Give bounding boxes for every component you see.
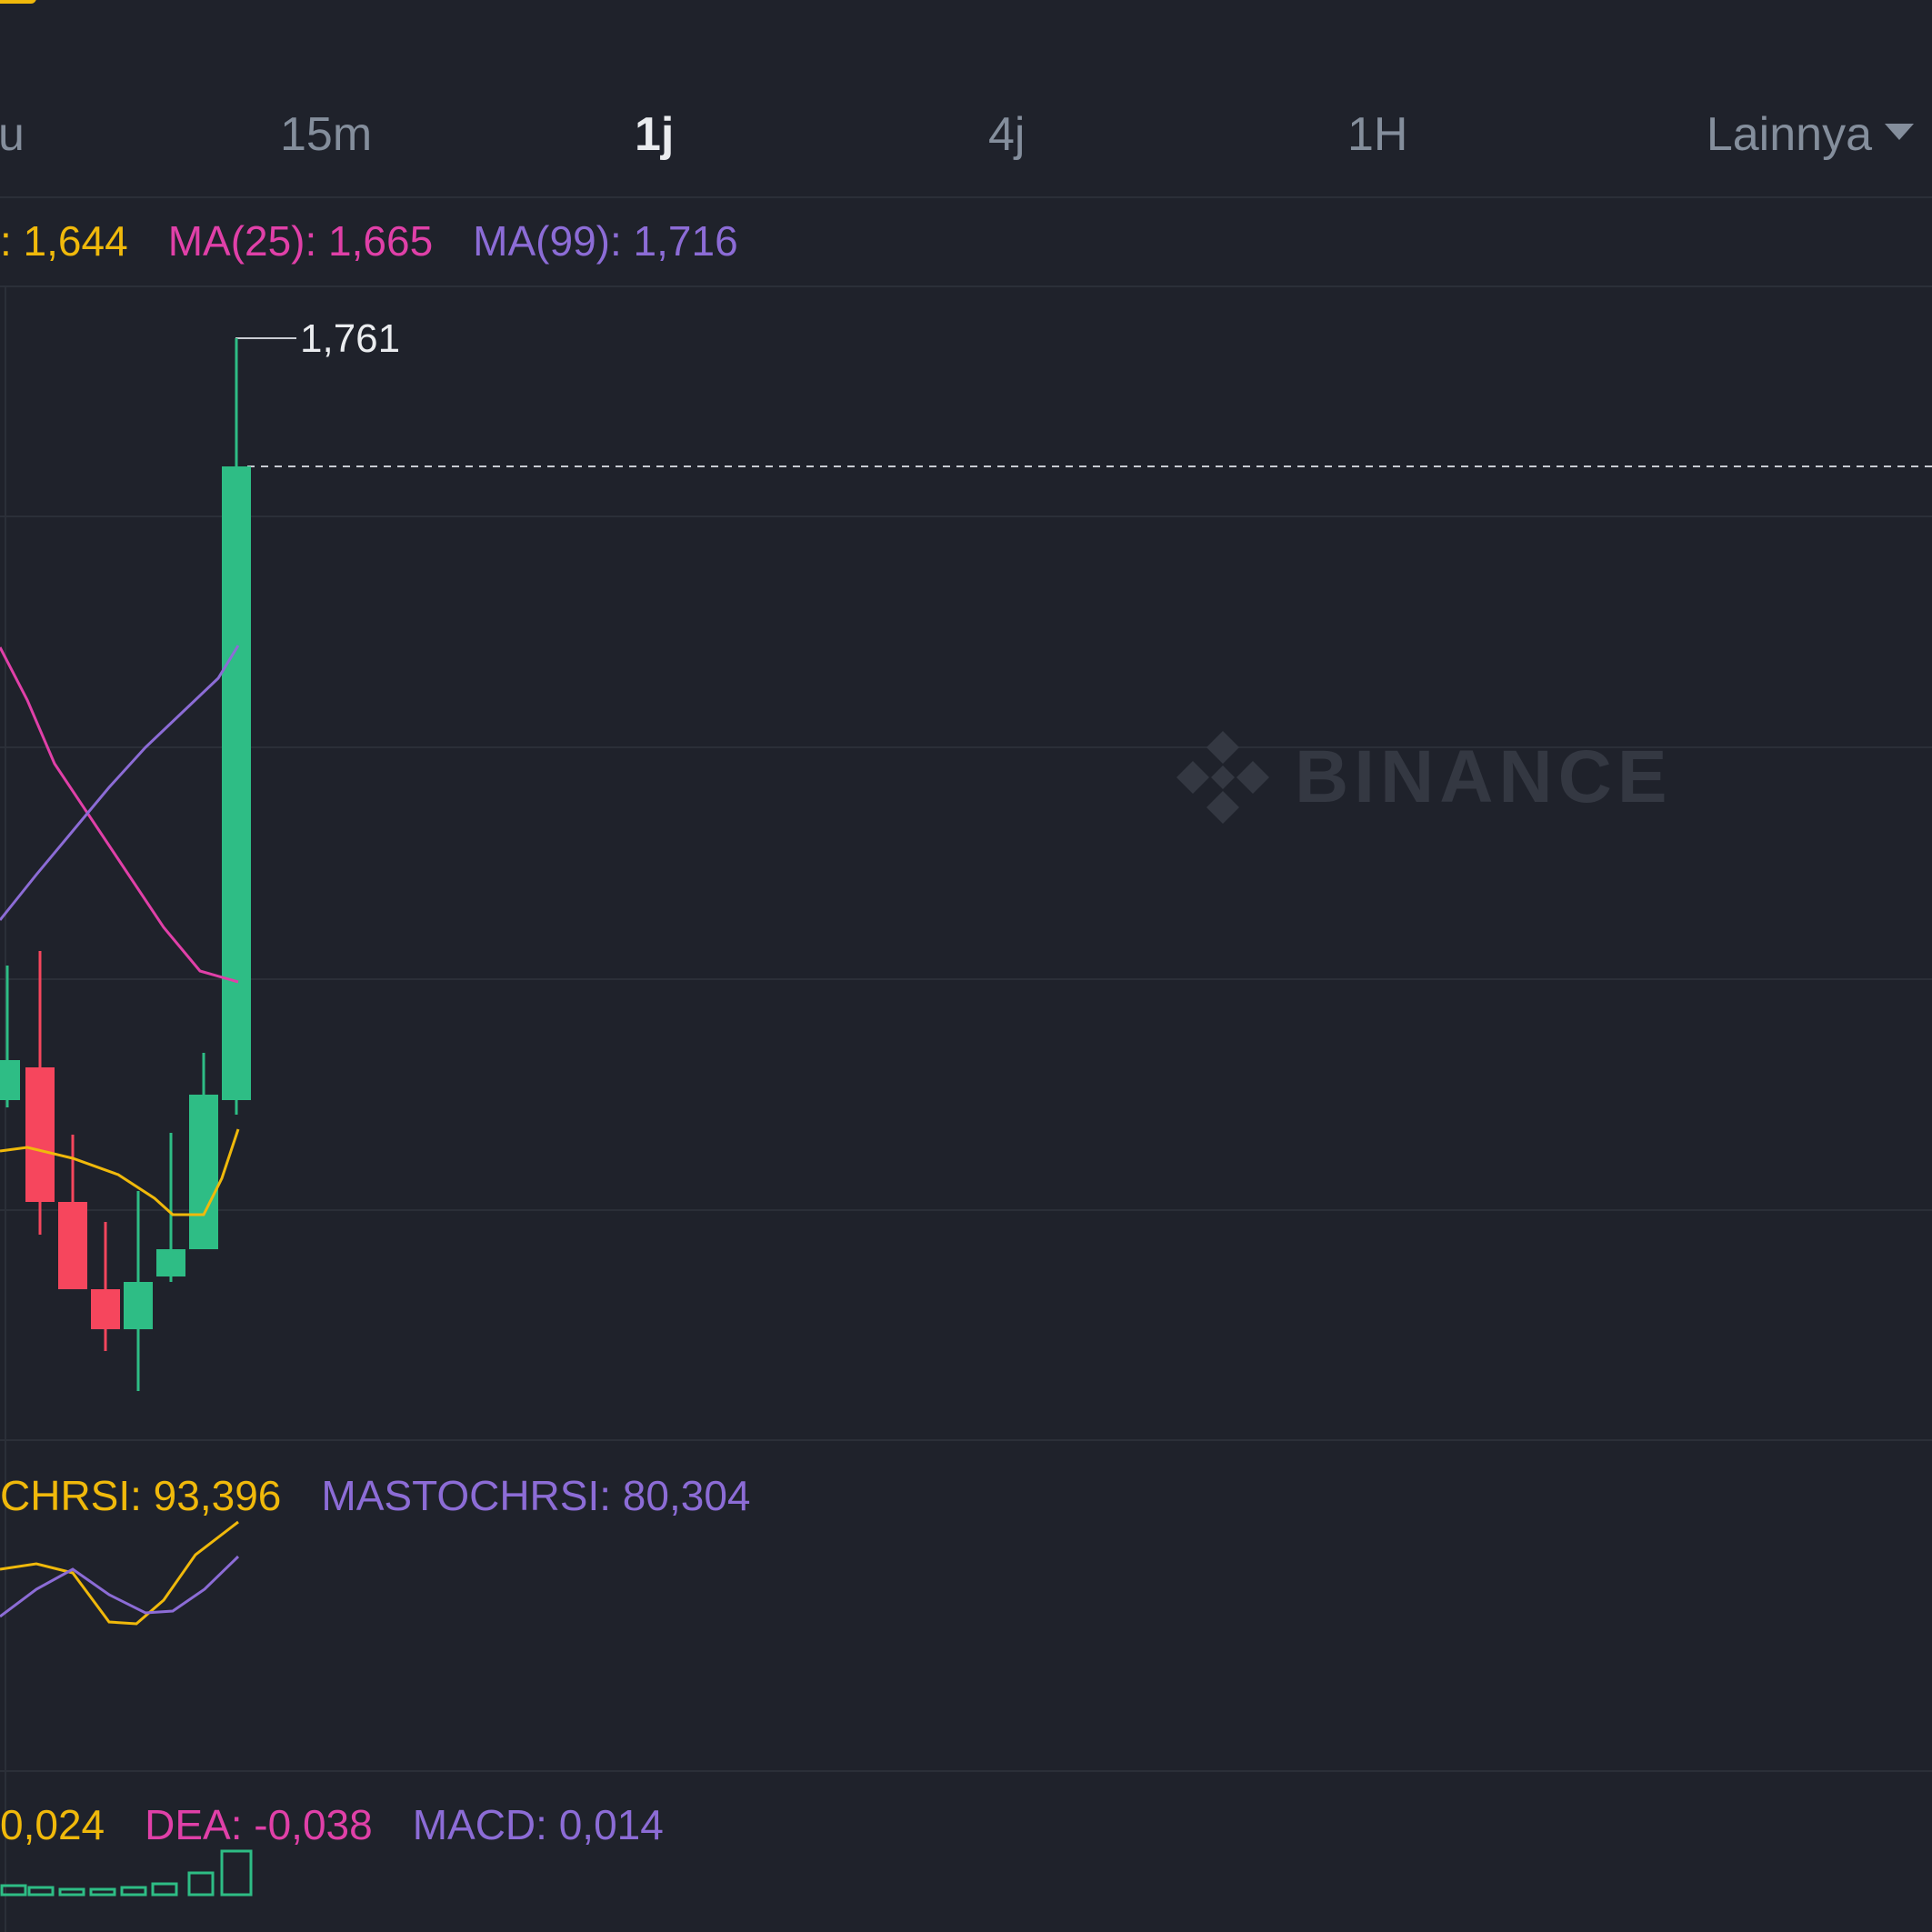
candle: [156, 1133, 185, 1282]
high-marker-line: [235, 337, 296, 436]
macd-bar: [187, 1871, 215, 1897]
binance-logo-icon: [1176, 731, 1269, 824]
macd-value: MACD: 0,014: [412, 1801, 664, 1848]
binance-watermark: BINANCE: [1173, 727, 1673, 827]
candle-latest: [222, 338, 251, 1115]
candles: [0, 338, 251, 1391]
candle: [0, 966, 20, 1107]
price-chart[interactable]: [0, 0, 1932, 1932]
watermark-text: BINANCE: [1295, 736, 1673, 818]
mastochrsi-value: MASTOCHRSI: 80,304: [321, 1472, 751, 1519]
macd-bar: [27, 1886, 55, 1897]
stochrsi-legend: CHRSI: 93,396 MASTOCHRSI: 80,304: [0, 1471, 791, 1520]
stochrsi-line: [0, 1520, 239, 1626]
ma99-line: [0, 645, 240, 921]
stochrsi-value: CHRSI: 93,396: [0, 1472, 282, 1519]
macd-histogram: [0, 1849, 253, 1897]
high-price-label: 1,761: [300, 316, 401, 361]
macd-bar: [89, 1887, 116, 1897]
macd-bar: [120, 1886, 147, 1897]
candle: [124, 1191, 153, 1391]
macd-bar: [58, 1887, 85, 1897]
grid-lines: [0, 287, 1932, 1932]
macd-bar: [220, 1849, 253, 1897]
candle: [91, 1222, 120, 1351]
ma25-line: [0, 646, 239, 984]
mastochrsi-line: [0, 1555, 240, 1618]
candle: [25, 951, 55, 1235]
macd-bar: [151, 1882, 178, 1897]
dea-value: DEA: -0,038: [145, 1801, 373, 1848]
dif-value: 0,024: [0, 1801, 105, 1848]
candle: [189, 1053, 218, 1249]
macd-legend: 0,024 DEA: -0,038 MACD: 0,014: [0, 1800, 704, 1849]
